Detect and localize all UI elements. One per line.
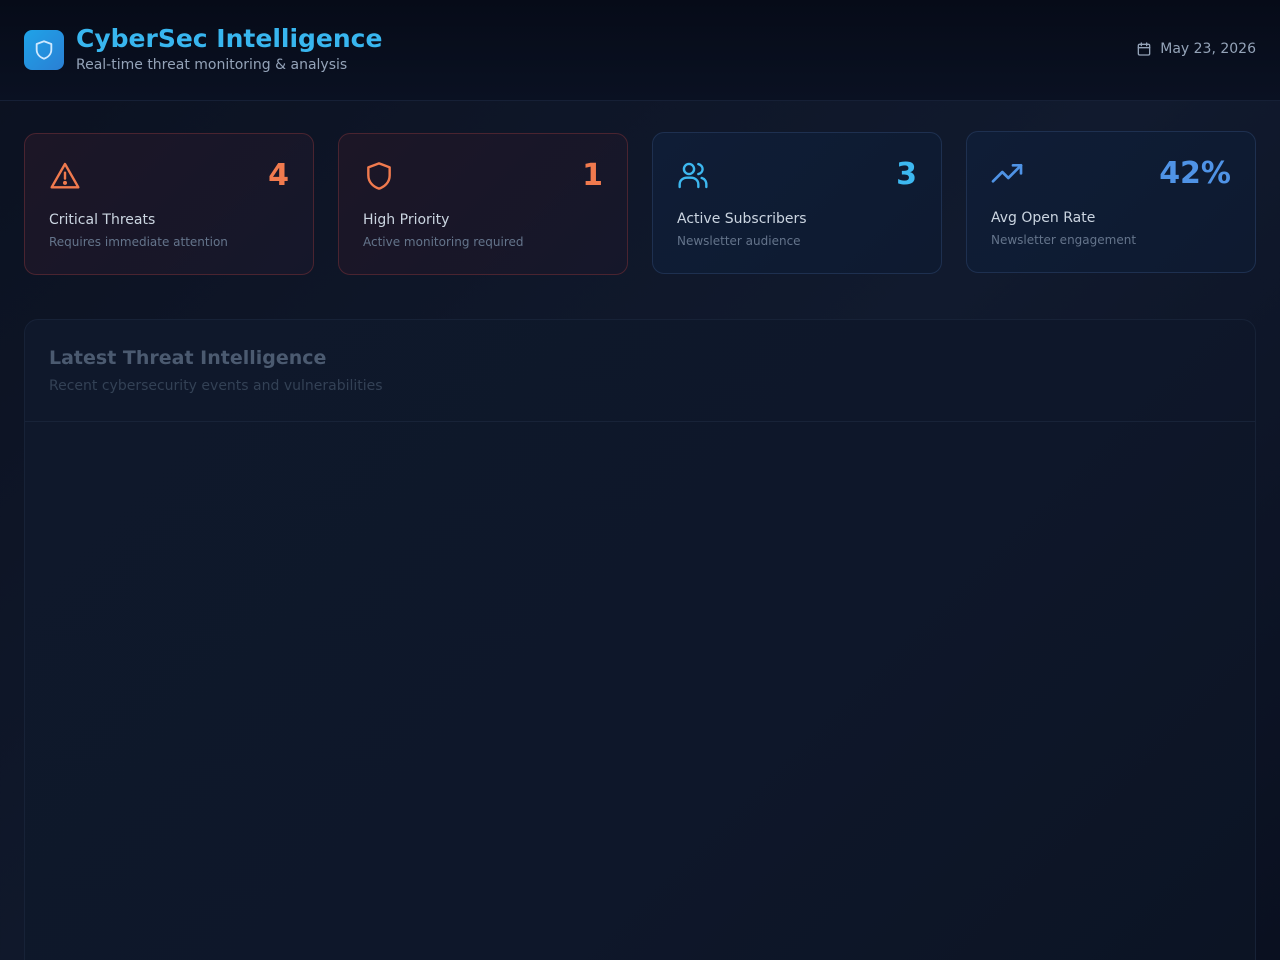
- stat-label: High Priority: [363, 212, 450, 228]
- stat-description: Newsletter audience: [677, 234, 801, 248]
- app-logo: [24, 30, 64, 70]
- stat-card-high-priority[interactable]: 1 High Priority Active monitoring requir…: [338, 133, 628, 275]
- alert-triangle-icon: [50, 162, 80, 189]
- date-display: May 23, 2026: [1136, 41, 1256, 57]
- date-text: May 23, 2026: [1160, 41, 1256, 57]
- stat-description: Newsletter engagement: [991, 233, 1137, 247]
- panel-title: Latest Threat Intelligence: [49, 347, 327, 369]
- panel-subtitle: Recent cybersecurity events and vulnerab…: [49, 378, 383, 394]
- app-subtitle: Real-time threat monitoring & analysis: [76, 57, 348, 73]
- stat-card-critical-threats[interactable]: 4 Critical Threats Requires immediate at…: [24, 133, 314, 275]
- stat-description: Requires immediate attention: [49, 235, 228, 249]
- stat-description: Active monitoring required: [363, 235, 524, 249]
- stat-card-active-subscribers[interactable]: 3 Active Subscribers Newsletter audience: [652, 132, 942, 274]
- app-header: CyberSec Intelligence Real-time threat m…: [0, 0, 1280, 101]
- stat-card-avg-open-rate[interactable]: 42% Avg Open Rate Newsletter engagement: [966, 131, 1256, 273]
- stat-value: 3: [896, 157, 917, 192]
- panel-header: Latest Threat Intelligence Recent cybers…: [25, 320, 1255, 422]
- calendar-icon: [1137, 42, 1151, 56]
- users-icon: [678, 162, 708, 189]
- stat-value: 1: [582, 158, 603, 193]
- app-title: CyberSec Intelligence: [76, 24, 383, 53]
- stat-value: 42%: [1159, 156, 1231, 191]
- shield-icon: [367, 162, 391, 190]
- stat-value: 4: [268, 158, 289, 193]
- trending-up-icon: [991, 164, 1023, 183]
- shield-icon: [35, 40, 53, 60]
- stat-label: Critical Threats: [49, 212, 156, 228]
- threat-intel-panel: Latest Threat Intelligence Recent cybers…: [24, 319, 1256, 960]
- stat-label: Avg Open Rate: [991, 210, 1096, 226]
- stat-label: Active Subscribers: [677, 211, 807, 227]
